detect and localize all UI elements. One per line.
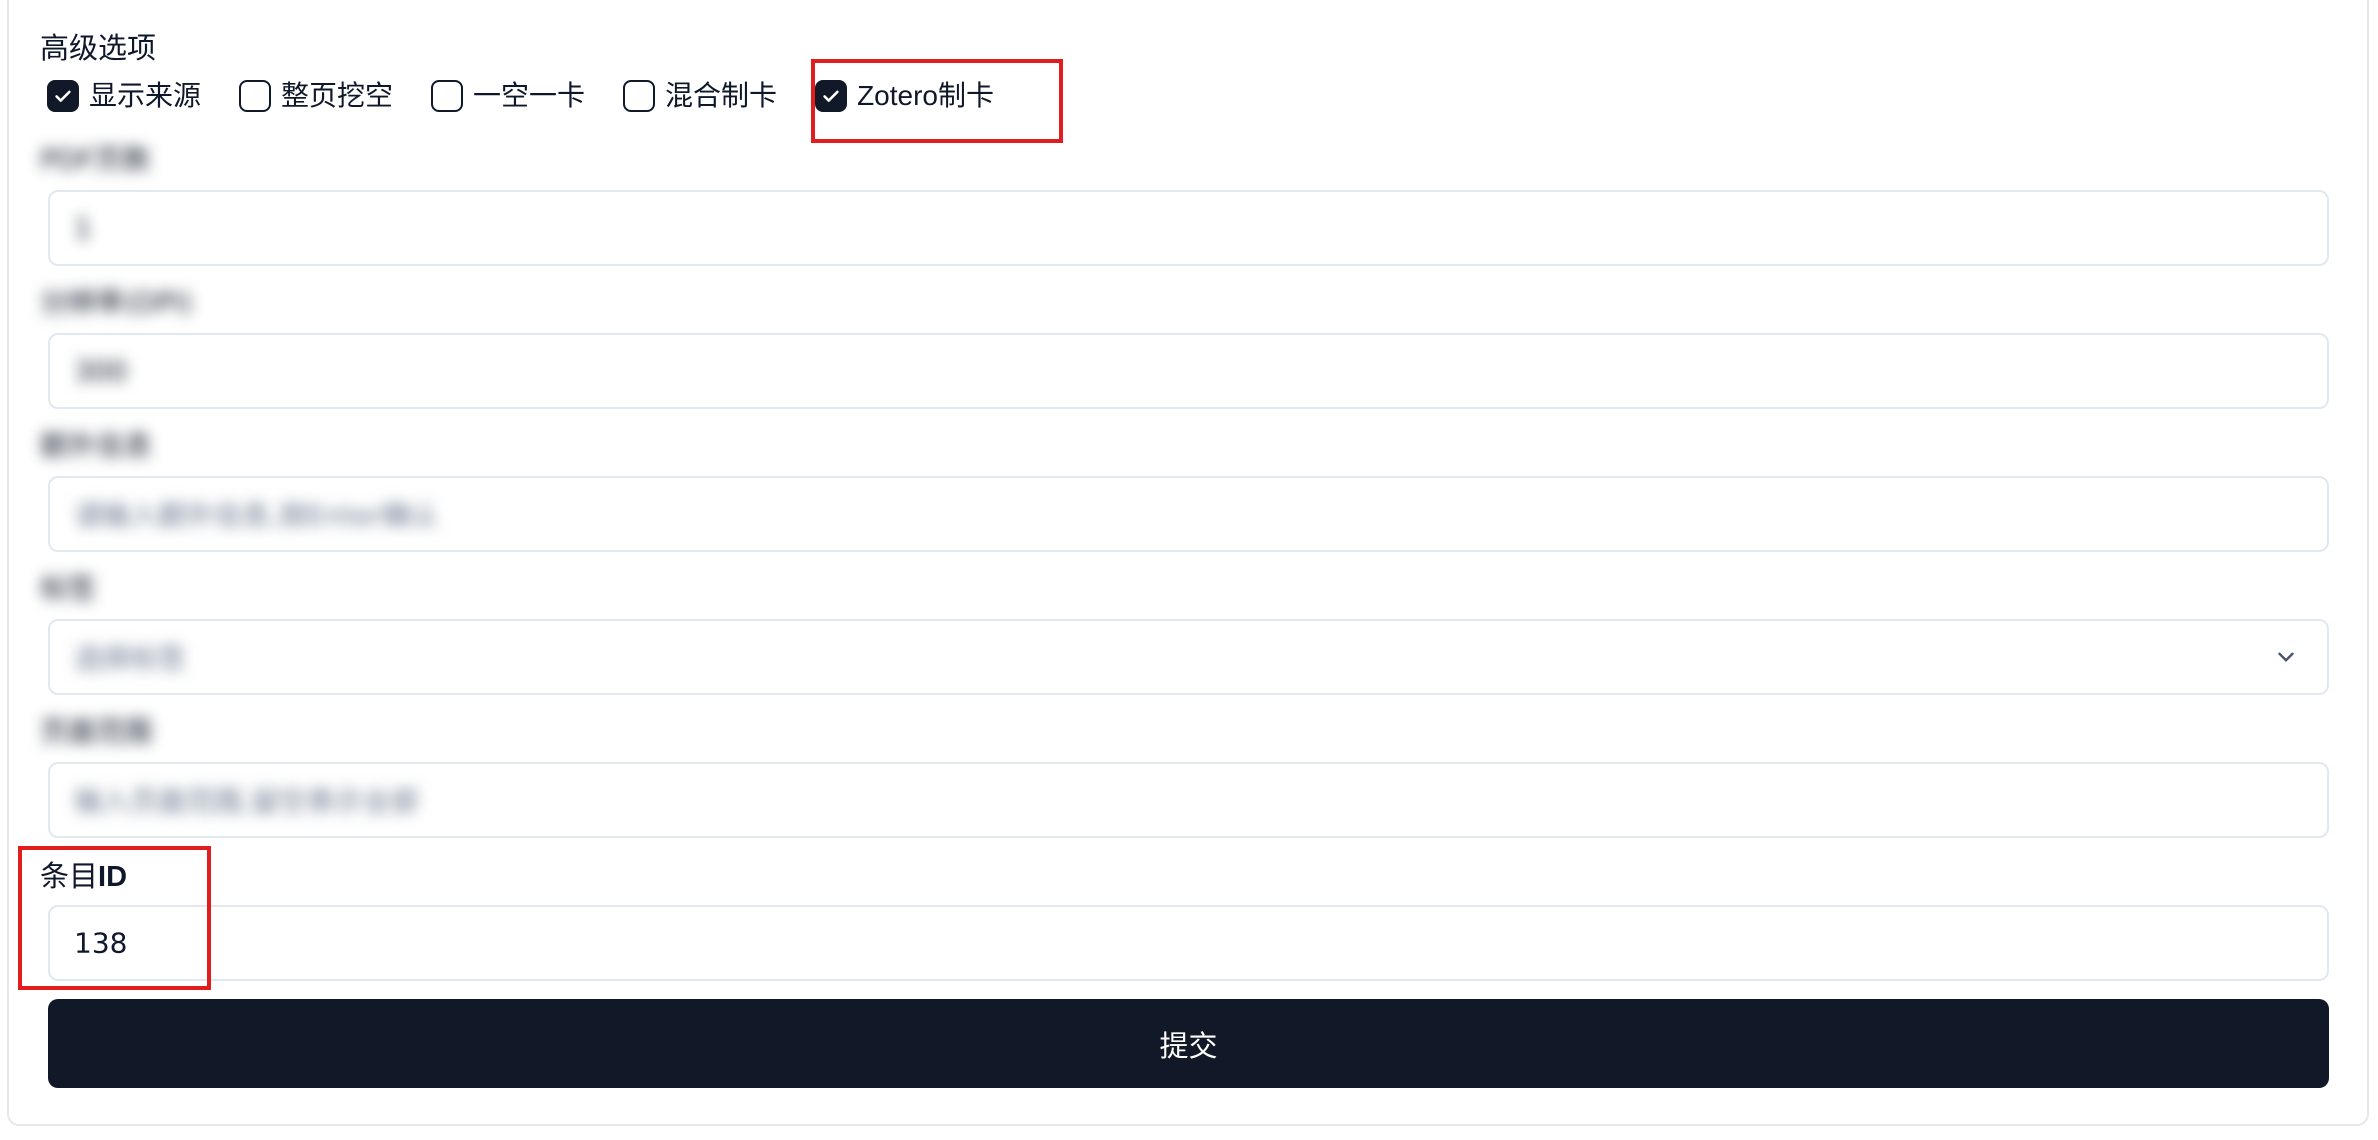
page-range-label: 页面范围 bbox=[40, 715, 153, 748]
extra-info-label: 额外信息 bbox=[40, 429, 153, 462]
page-range-placeholder: 输入页面范围,留空表示全部 bbox=[74, 785, 419, 818]
mixed-cards-label: 混合制卡 bbox=[665, 79, 778, 112]
show-source-checkbox[interactable] bbox=[47, 80, 79, 112]
extra-info-input[interactable]: 请输入额外信息,按Enter确认 bbox=[48, 476, 2329, 552]
resolution-input[interactable]: 300 bbox=[48, 333, 2329, 409]
tags-select[interactable]: 选择标签 bbox=[48, 619, 2329, 695]
advanced-options-title: 高级选项 bbox=[40, 31, 157, 65]
check-icon bbox=[823, 90, 839, 102]
full-page-cloze-checkbox[interactable] bbox=[239, 80, 272, 112]
tags-label: 标签 bbox=[40, 572, 97, 605]
show-source-label: 显示来源 bbox=[89, 79, 202, 112]
item-id-label-suffix: ID bbox=[98, 861, 128, 893]
option-zotero-cards[interactable]: Zotero制卡 bbox=[815, 78, 994, 114]
zotero-cards-label: Zotero制卡 bbox=[857, 80, 994, 111]
extra-info-placeholder: 请输入额外信息,按Enter确认 bbox=[74, 499, 439, 532]
resolution-label: 分辨率(DPI) bbox=[40, 286, 193, 319]
full-page-cloze-label: 整页挖空 bbox=[281, 79, 394, 112]
tags-placeholder: 选择标签 bbox=[74, 642, 187, 675]
zotero-cards-checkbox[interactable] bbox=[815, 80, 848, 112]
pdf-pages-label: PDF页数 bbox=[40, 143, 151, 176]
item-id-input[interactable]: 138 bbox=[48, 905, 2329, 981]
option-one-cloze-one-card[interactable]: 一空一卡 bbox=[431, 78, 585, 114]
pdf-pages-value: 1 bbox=[74, 211, 92, 245]
item-id-value: 138 bbox=[74, 926, 128, 960]
chevron-down-icon[interactable] bbox=[2273, 644, 2299, 670]
option-full-page-cloze[interactable]: 整页挖空 bbox=[239, 78, 393, 114]
one-cloze-one-card-checkbox[interactable] bbox=[431, 80, 464, 112]
mixed-cards-checkbox[interactable] bbox=[623, 80, 656, 112]
item-id-label: 条目ID bbox=[40, 856, 127, 897]
option-show-source[interactable]: 显示来源 bbox=[47, 78, 201, 114]
check-icon bbox=[55, 90, 71, 102]
pdf-pages-input[interactable]: 1 bbox=[48, 190, 2329, 266]
option-mixed-cards[interactable]: 混合制卡 bbox=[623, 78, 777, 114]
submit-button[interactable]: 提交 bbox=[48, 999, 2329, 1088]
one-cloze-one-card-label: 一空一卡 bbox=[473, 79, 586, 112]
page-range-input[interactable]: 输入页面范围,留空表示全部 bbox=[48, 762, 2329, 838]
resolution-value: 300 bbox=[74, 354, 128, 388]
advanced-options-row: 显示来源 整页挖空 一空一卡 混合制卡 Zotero制卡 bbox=[47, 76, 994, 116]
item-id-label-prefix: 条目 bbox=[40, 859, 99, 893]
